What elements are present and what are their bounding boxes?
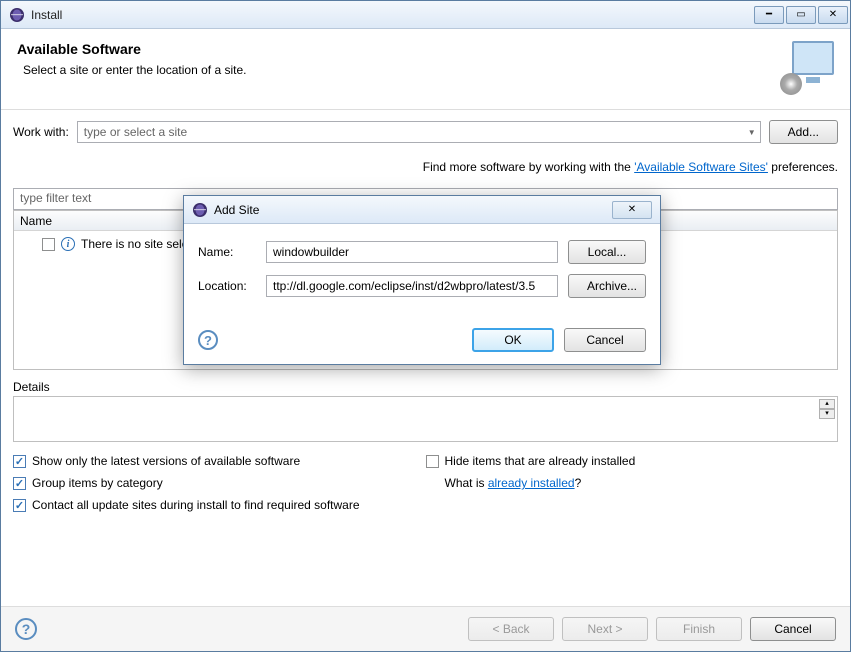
install-banner-icon: [784, 41, 834, 91]
minimize-button[interactable]: ━: [754, 6, 784, 24]
ok-button[interactable]: OK: [472, 328, 554, 352]
add-site-dialog: Add Site ✕ Name: Local... Location: Arch…: [183, 195, 661, 365]
work-with-label: Work with:: [13, 125, 69, 139]
checkbox-checked[interactable]: ✓: [13, 477, 26, 490]
name-label: Name:: [198, 245, 256, 259]
info-icon: i: [61, 237, 75, 251]
work-with-combo[interactable]: type or select a site ▼: [77, 121, 761, 143]
close-button[interactable]: ✕: [818, 6, 848, 24]
back-button[interactable]: < Back: [468, 617, 554, 641]
help-icon[interactable]: ?: [15, 618, 37, 640]
details-box: ▴▾: [13, 396, 838, 442]
location-row: Location: Archive...: [198, 274, 646, 298]
location-label: Location:: [198, 279, 256, 293]
name-row: Name: Local...: [198, 240, 646, 264]
work-with-placeholder: type or select a site: [84, 125, 187, 139]
window-controls: ━ ▭ ✕: [752, 6, 848, 24]
what-is-installed: What is already installed?: [426, 476, 839, 490]
archive-button[interactable]: Archive...: [568, 274, 646, 298]
dialog-titlebar: Add Site ✕: [184, 196, 660, 224]
options-area: ✓ Show only the latest versions of avail…: [13, 454, 838, 520]
eclipse-icon: [192, 202, 208, 218]
opt-group-category[interactable]: ✓ Group items by category: [13, 476, 426, 490]
details-label: Details: [13, 380, 838, 394]
maximize-button[interactable]: ▭: [786, 6, 816, 24]
dialog-title: Add Site: [214, 203, 612, 217]
page-subtitle: Select a site or enter the location of a…: [17, 63, 784, 77]
opt-contact-sites[interactable]: ✓ Contact all update sites during instal…: [13, 498, 426, 512]
checkbox-checked[interactable]: ✓: [13, 499, 26, 512]
eclipse-icon: [9, 7, 25, 23]
sites-hint: Find more software by working with the '…: [13, 160, 838, 174]
local-button[interactable]: Local...: [568, 240, 646, 264]
name-input[interactable]: [266, 241, 558, 263]
checkbox-checked[interactable]: ✓: [13, 455, 26, 468]
wizard-footer: ? < Back Next > Finish Cancel: [1, 606, 850, 651]
checkbox[interactable]: [42, 238, 55, 251]
wizard-header: Available Software Select a site or ente…: [1, 29, 850, 110]
page-title: Available Software: [17, 41, 784, 57]
filter-placeholder: type filter text: [20, 191, 91, 205]
titlebar: Install ━ ▭ ✕: [1, 1, 850, 29]
cancel-button[interactable]: Cancel: [750, 617, 836, 641]
checkbox[interactable]: [426, 455, 439, 468]
help-icon[interactable]: ?: [198, 330, 218, 350]
opt-latest-versions[interactable]: ✓ Show only the latest versions of avail…: [13, 454, 426, 468]
opt-hide-installed[interactable]: Hide items that are already installed: [426, 454, 839, 468]
window-title: Install: [31, 8, 752, 22]
next-button[interactable]: Next >: [562, 617, 648, 641]
already-installed-link[interactable]: already installed: [488, 476, 575, 490]
add-button[interactable]: Add...: [769, 120, 838, 144]
dialog-footer: ? OK Cancel: [198, 328, 646, 352]
dialog-close-button[interactable]: ✕: [612, 201, 652, 219]
chevron-down-icon: ▼: [748, 128, 756, 137]
details-spinner[interactable]: ▴▾: [819, 399, 835, 419]
work-with-row: Work with: type or select a site ▼ Add..…: [13, 120, 838, 144]
dialog-cancel-button[interactable]: Cancel: [564, 328, 646, 352]
available-sites-link[interactable]: 'Available Software Sites': [634, 160, 768, 174]
location-input[interactable]: [266, 275, 558, 297]
finish-button[interactable]: Finish: [656, 617, 742, 641]
